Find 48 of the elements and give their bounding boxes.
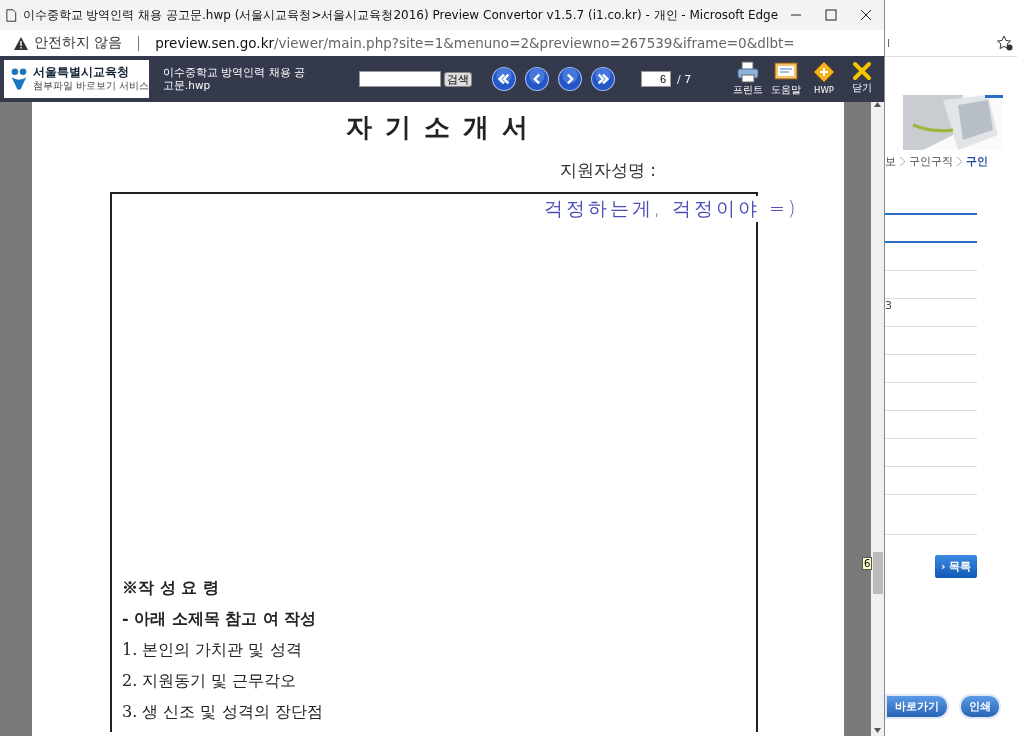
- figure-logo-icon: [10, 65, 28, 93]
- guide-heading: ※작 성 요 령: [121, 578, 219, 599]
- print-tool-button[interactable]: 프린트: [730, 61, 766, 97]
- next-page-button[interactable]: [558, 67, 582, 91]
- file-name: 이수중학교 방역인력 채용 공고문.hwp: [163, 66, 306, 92]
- scrollbar-thumb[interactable]: [872, 552, 883, 594]
- scroll-down-icon[interactable]: [874, 728, 881, 733]
- help-tool-button[interactable]: 도움말: [768, 61, 804, 97]
- close-icon: [860, 9, 873, 21]
- guide-item: 3. 생 신조 및 성격의 장단점: [121, 702, 323, 723]
- logo-subtitle: 첨부파일 바로보기 서비스: [32, 80, 149, 93]
- applicant-name-label: 지원자성명 :: [559, 159, 657, 182]
- star-plus-icon[interactable]: [997, 35, 1013, 51]
- search-button[interactable]: 검색: [444, 71, 472, 87]
- security-label[interactable]: 안전하지 않음: [34, 34, 123, 52]
- guide-subheading: - 아래 소제목 참고 여 작성: [121, 609, 317, 630]
- guide-item: 2. 지원동기 및 근무각오: [121, 671, 297, 692]
- logo-name: 서울특별시교육청: [32, 65, 130, 80]
- diamond-icon: [813, 61, 835, 83]
- chevron-icon: [957, 157, 962, 166]
- page-button[interactable]: 인쇄: [959, 694, 1001, 719]
- chevron-icon: [900, 157, 905, 166]
- page-button[interactable]: 바로가기: [885, 694, 949, 719]
- first-page-button[interactable]: [492, 67, 516, 91]
- table-cell: 3: [885, 299, 892, 312]
- printer-icon: [736, 61, 760, 83]
- close-icon: [852, 61, 872, 81]
- url-text[interactable]: preview.sen.go.kr/viewer/main.php?site=1&menuno=2&previewno=267539&iframe=0&dlbt=: [155, 35, 795, 51]
- tooltip: 6: [862, 557, 873, 570]
- maximize-icon: [825, 9, 838, 21]
- breadcrumb-item[interactable]: 구인구직: [909, 154, 953, 169]
- search-field[interactable]: [359, 71, 441, 87]
- close-tool-button[interactable]: 닫기: [844, 61, 880, 97]
- page-total: / 7: [677, 72, 692, 86]
- monitor-icon: [774, 61, 798, 83]
- page-number-field[interactable]: 6: [641, 71, 671, 87]
- window-title: 이수중학교 방역인력 채용 공고문.hwp (서울시교육청>서울시교육청2016) Preview Convertor v1.5.7 (i1.co.kr) - 개인 - Microsoft Edge: [22, 6, 779, 24]
- breadcrumb-item[interactable]: 보: [885, 154, 896, 169]
- address-text-fragment: l: [887, 36, 891, 50]
- warning-icon[interactable]: [14, 36, 28, 50]
- prev-page-button[interactable]: [525, 67, 549, 91]
- last-page-button[interactable]: [591, 67, 615, 91]
- document-icon: [6, 7, 17, 23]
- document-title: 자 기 소 개 서: [344, 111, 532, 144]
- guide-item: 1. 본인의 가치관 및 성격: [121, 640, 302, 661]
- list-button[interactable]: › 목록: [935, 555, 978, 578]
- breadcrumb-item[interactable]: 구인: [966, 154, 988, 169]
- hwp-tool-button[interactable]: HWP: [806, 61, 842, 97]
